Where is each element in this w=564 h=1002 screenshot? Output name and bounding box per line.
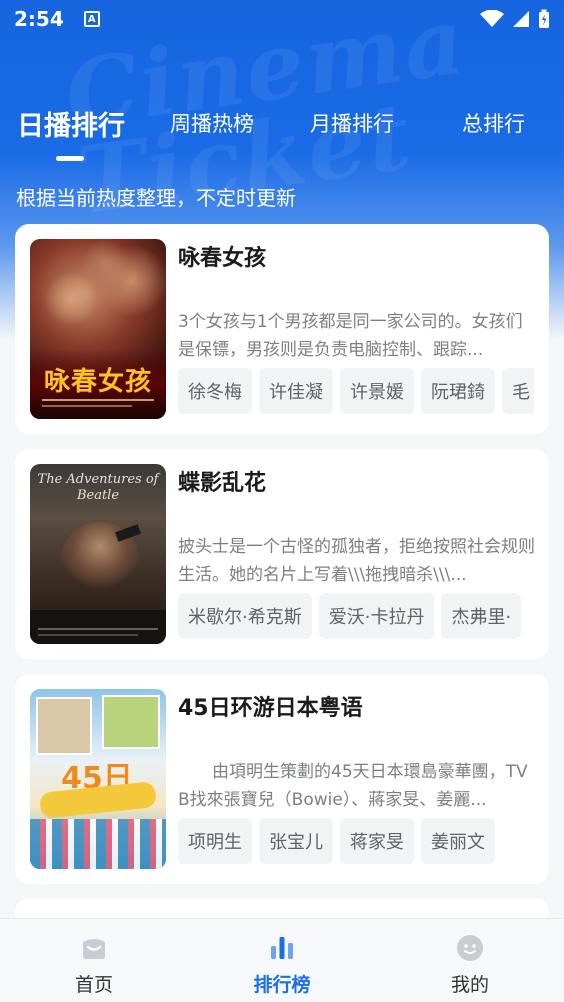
tab-total[interactable]: 总排行 [462, 108, 525, 138]
card-description: 3个女孩与1个男孩都是同一家公司的。女孩们是保镖，男孩则是负责电脑控制、跟踪..… [178, 312, 523, 360]
nav-ranking-label: 排行榜 [253, 974, 311, 996]
cast-tag[interactable]: 许景媛 [340, 368, 414, 414]
cast-tag[interactable]: 蒋家旻 [340, 818, 414, 864]
card-description: 由項明生策劃的45天日本環島豪華團，TVB找來張寶兒（Bowie）、蔣家旻、姜麗… [178, 762, 528, 810]
cast-tags: 项明生 张宝儿 蒋家旻 姜丽文 [178, 818, 534, 864]
poster-title: 咏春女孩 [43, 367, 152, 397]
cast-tag[interactable]: 毛 [502, 368, 534, 414]
bar-chart-icon [271, 937, 293, 959]
cast-tags: 米歇尔·希克斯 爱沃·卡拉丹 杰弗里· [178, 593, 534, 639]
poster-title: The Adventures of Beatle [37, 472, 159, 503]
list-item[interactable]: The Adventures of Beatle 蝶影乱花 披头士是一个古怪的孤… [15, 449, 549, 659]
cast-tags: 徐冬梅 许佳凝 许景媛 阮珺錡 毛 [178, 368, 534, 414]
nav-profile-label: 我的 [450, 974, 489, 996]
card-description: 披头士是一个古怪的孤独者，拒绝按照社会规则生活。她的名片上写着\\\拖拽暗杀\\… [178, 537, 535, 585]
cast-tag[interactable]: 姜丽文 [421, 818, 495, 864]
wifi-icon [480, 10, 504, 27]
list-item[interactable]: 咏春女孩 咏春女孩 3个女孩与1个男孩都是同一家公司的。女孩们是保镖，男孩则是负… [15, 224, 549, 434]
poster-image: 45日 [30, 689, 166, 869]
nav-home-label: 首页 [74, 974, 113, 996]
profile-icon [457, 935, 483, 961]
cast-tag[interactable]: 张宝儿 [259, 818, 333, 864]
cast-tag[interactable]: 徐冬梅 [178, 368, 252, 414]
cast-tag[interactable]: 米歇尔·希克斯 [178, 593, 312, 639]
cast-tag[interactable]: 许佳凝 [259, 368, 333, 414]
tab-monthly[interactable]: 月播排行 [310, 108, 394, 138]
status-time: 2:54 [14, 7, 64, 31]
active-tab-indicator [56, 156, 84, 161]
tab-daily[interactable]: 日播排行 [17, 104, 125, 143]
home-icon [83, 939, 105, 959]
bottom-navigation: 首页 排行榜 我的 [0, 918, 564, 1002]
tab-weekly[interactable]: 周播热榜 [170, 108, 254, 138]
status-bar: 2:54 A [0, 0, 564, 38]
card-title: 45日环游日本粤语 [178, 696, 363, 721]
poster-image: 咏春女孩 [30, 239, 166, 419]
cast-tag[interactable]: 杰弗里· [441, 593, 522, 639]
notification-icon: A [83, 11, 100, 27]
nav-ranking[interactable]: 排行榜 [188, 919, 376, 1002]
card-title: 咏春女孩 [178, 246, 267, 271]
signal-icon [513, 11, 529, 27]
cast-tag[interactable]: 项明生 [178, 818, 252, 864]
battery-icon [539, 9, 549, 28]
cast-tag[interactable]: 阮珺錡 [421, 368, 495, 414]
poster-image: The Adventures of Beatle [30, 464, 166, 644]
ranking-tabs: 日播排行 周播热榜 月播排行 总排行 [0, 108, 564, 168]
list-item[interactable]: 45日 45日环游日本粤语 由項明生策劃的45天日本環島豪華團，TVB找來張寶兒… [15, 674, 549, 884]
nav-home[interactable]: 首页 [0, 919, 188, 1002]
nav-profile[interactable]: 我的 [376, 919, 564, 1002]
card-title: 蝶影乱花 [178, 471, 267, 496]
ranking-subtitle: 根据当前热度整理，不定时更新 [16, 186, 296, 210]
cast-tag[interactable]: 爱沃·卡拉丹 [318, 593, 435, 639]
